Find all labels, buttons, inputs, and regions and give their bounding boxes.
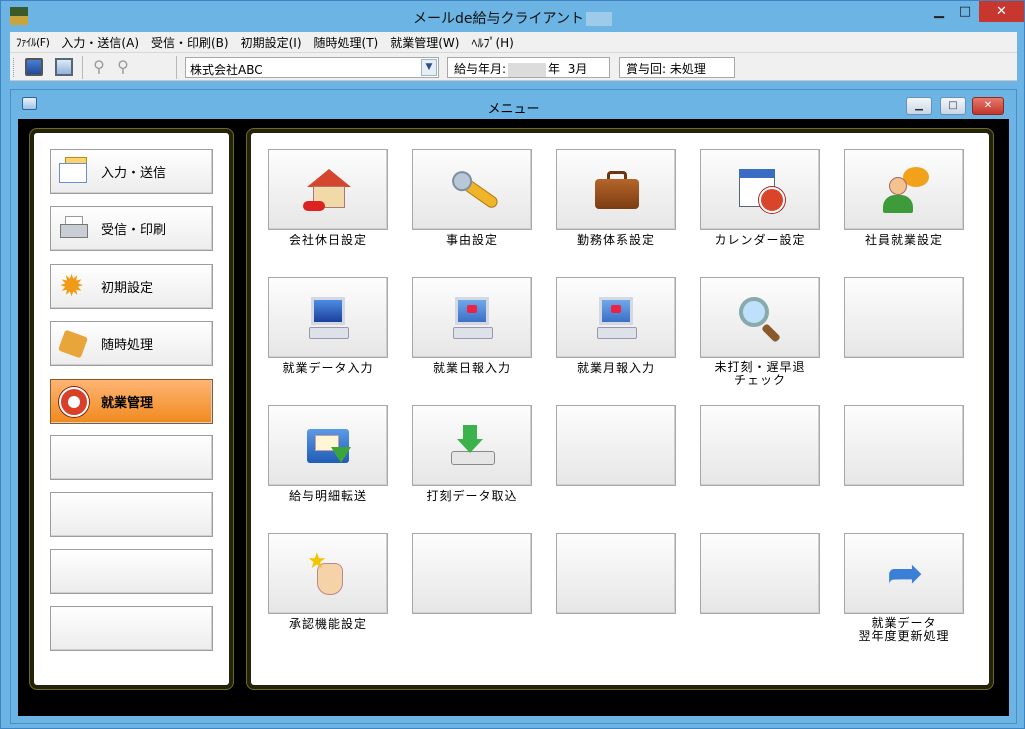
key-icon[interactable]: ⚲ xyxy=(90,58,108,76)
gear-icon: ✹ xyxy=(59,268,85,304)
tile-payslip-transfer[interactable] xyxy=(268,405,388,486)
tile-empty[interactable] xyxy=(844,277,964,358)
tile-label: 就業日報入力 xyxy=(432,361,511,375)
tile-label: 給与明細転送 xyxy=(288,489,367,503)
toolbar: ⚲ ⚲ 株式会社ABC ▼ 給与年月: 年 3月 賞与回: 未処理 xyxy=(10,52,1017,81)
tile-monthly-report-input[interactable] xyxy=(556,277,676,358)
window-title: メールde給与クライアント xyxy=(1,8,1024,28)
tile-calendar-settings[interactable] xyxy=(700,149,820,230)
person-chat-icon xyxy=(879,165,931,215)
child-maximize-button[interactable]: □ xyxy=(940,97,966,115)
function-panel: 会社休日設定 事由設定 勤務体系設定 カレンダー設定 社員就業設定 就業データ入… xyxy=(247,129,993,689)
toolbar-separator xyxy=(82,56,83,79)
key-icon[interactable]: ⚲ xyxy=(114,58,132,76)
company-select-value: 株式会社ABC xyxy=(190,63,263,77)
tile-label: 承認機能設定 xyxy=(288,617,367,631)
nav-input-send-button[interactable]: 入力・送信 xyxy=(50,149,213,194)
tile-approval-settings[interactable]: ★ xyxy=(268,533,388,614)
nav-empty-button[interactable] xyxy=(50,492,213,537)
nav-empty-button[interactable] xyxy=(50,606,213,651)
computer-chart-icon xyxy=(447,293,499,343)
folder-transfer-icon xyxy=(303,421,355,471)
tile-stamp-import[interactable] xyxy=(412,405,532,486)
pay-month-field: 給与年月: 年 3月 xyxy=(447,57,610,78)
download-icon xyxy=(447,421,499,471)
tile-company-holiday[interactable] xyxy=(268,149,388,230)
tile-label: 社員就業設定 xyxy=(864,233,943,247)
menu-receive-print[interactable]: 受信・印刷(B) xyxy=(145,34,235,51)
nav-adhoc-button[interactable]: 随時処理 xyxy=(50,321,213,366)
tile-label: 就業データ 翌年度更新処理 xyxy=(858,616,950,643)
tile-employee-settings[interactable] xyxy=(844,149,964,230)
nav-attendance-button[interactable]: 就業管理 xyxy=(50,379,213,424)
calendar-clock-icon xyxy=(735,165,787,215)
tile-empty[interactable] xyxy=(412,533,532,614)
tile-reason-settings[interactable] xyxy=(412,149,532,230)
tile-label: 会社休日設定 xyxy=(288,233,367,247)
child-content: 入力・送信 受信・印刷 ✹ 初期設定 随時処理 就業管理 会社休日設定 事由設定… xyxy=(18,119,1009,716)
title-bar: メールde給与クライアント ▁ □ ✕ xyxy=(1,1,1024,32)
menu-child-window: メニュー ▁ □ ✕ 入力・送信 受信・印刷 ✹ 初期設定 随時処理 就業管理 … xyxy=(10,89,1017,724)
tile-label: 就業月報入力 xyxy=(576,361,655,375)
minimize-button[interactable]: ▁ xyxy=(926,1,952,22)
wrench-icon xyxy=(437,155,508,226)
nav-empty-button[interactable] xyxy=(50,435,213,480)
curved-arrow-icon: ➦ xyxy=(886,548,924,599)
bonus-status: 賞与回: 未処理 xyxy=(619,57,735,78)
tile-work-pattern[interactable] xyxy=(556,149,676,230)
tile-label: 未打刻・遅早退 チェック xyxy=(714,360,806,387)
computer-chart-icon xyxy=(591,293,643,343)
maximize-button[interactable]: □ xyxy=(952,1,978,22)
tile-empty[interactable] xyxy=(700,405,820,486)
nav-panel: 入力・送信 受信・印刷 ✹ 初期設定 随時処理 就業管理 xyxy=(30,129,233,689)
company-select[interactable]: 株式会社ABC ▼ xyxy=(185,57,439,78)
nav-receive-print-button[interactable]: 受信・印刷 xyxy=(50,206,213,251)
child-title: メニュー xyxy=(487,102,540,117)
tile-missing-stamp-check[interactable] xyxy=(700,277,820,358)
printer-icon xyxy=(59,214,89,244)
briefcase-icon xyxy=(591,165,643,215)
child-close-button[interactable]: ✕ xyxy=(972,97,1004,115)
nav-initial-settings-button[interactable]: ✹ 初期設定 xyxy=(50,264,213,309)
nav-empty-button[interactable] xyxy=(50,549,213,594)
tile-empty[interactable] xyxy=(556,533,676,614)
tile-empty[interactable] xyxy=(700,533,820,614)
monitor-icon[interactable] xyxy=(25,58,43,76)
tile-empty[interactable] xyxy=(844,405,964,486)
tile-label: 就業データ入力 xyxy=(282,361,374,375)
hand-star-icon: ★ xyxy=(303,549,355,599)
house-icon xyxy=(303,165,355,215)
tile-empty[interactable] xyxy=(556,405,676,486)
tools-icon xyxy=(57,329,89,359)
app-window: メールde給与クライアント ▁ □ ✕ ﾌｧｲﾙ(F) 入力・送信(A) 受信・… xyxy=(0,0,1025,729)
clock-icon xyxy=(59,386,89,417)
tile-daily-report-input[interactable] xyxy=(412,277,532,358)
tile-label: 事由設定 xyxy=(445,233,498,247)
menu-adhoc[interactable]: 随時処理(T) xyxy=(308,34,385,51)
tile-label: 勤務体系設定 xyxy=(576,233,655,247)
menu-attendance[interactable]: 就業管理(W) xyxy=(384,34,465,51)
tile-label: 打刻データ取込 xyxy=(426,489,518,503)
menu-file[interactable]: ﾌｧｲﾙ(F) xyxy=(10,34,55,50)
tile-year-rollover[interactable]: ➦ xyxy=(844,533,964,614)
magnifier-icon xyxy=(735,293,787,343)
child-title-bar: メニュー ▁ □ ✕ xyxy=(11,90,1016,118)
menu-initial-settings[interactable]: 初期設定(I) xyxy=(235,34,308,51)
picture-icon[interactable] xyxy=(55,58,73,76)
child-minimize-button[interactable]: ▁ xyxy=(906,97,932,115)
tile-label: カレンダー設定 xyxy=(714,233,806,247)
menu-help[interactable]: ﾍﾙﾌﾟ(H) xyxy=(465,34,519,51)
envelope-icon xyxy=(59,156,89,187)
toolbar-separator xyxy=(176,56,177,79)
menu-input-send[interactable]: 入力・送信(A) xyxy=(55,34,145,51)
toolbar-grip[interactable] xyxy=(13,58,15,77)
menu-bar: ﾌｧｲﾙ(F) 入力・送信(A) 受信・印刷(B) 初期設定(I) 随時処理(T… xyxy=(10,32,1017,52)
computer-icon xyxy=(303,293,355,343)
tile-attendance-input[interactable] xyxy=(268,277,388,358)
chevron-down-icon[interactable]: ▼ xyxy=(421,59,437,76)
close-button[interactable]: ✕ xyxy=(979,1,1024,22)
